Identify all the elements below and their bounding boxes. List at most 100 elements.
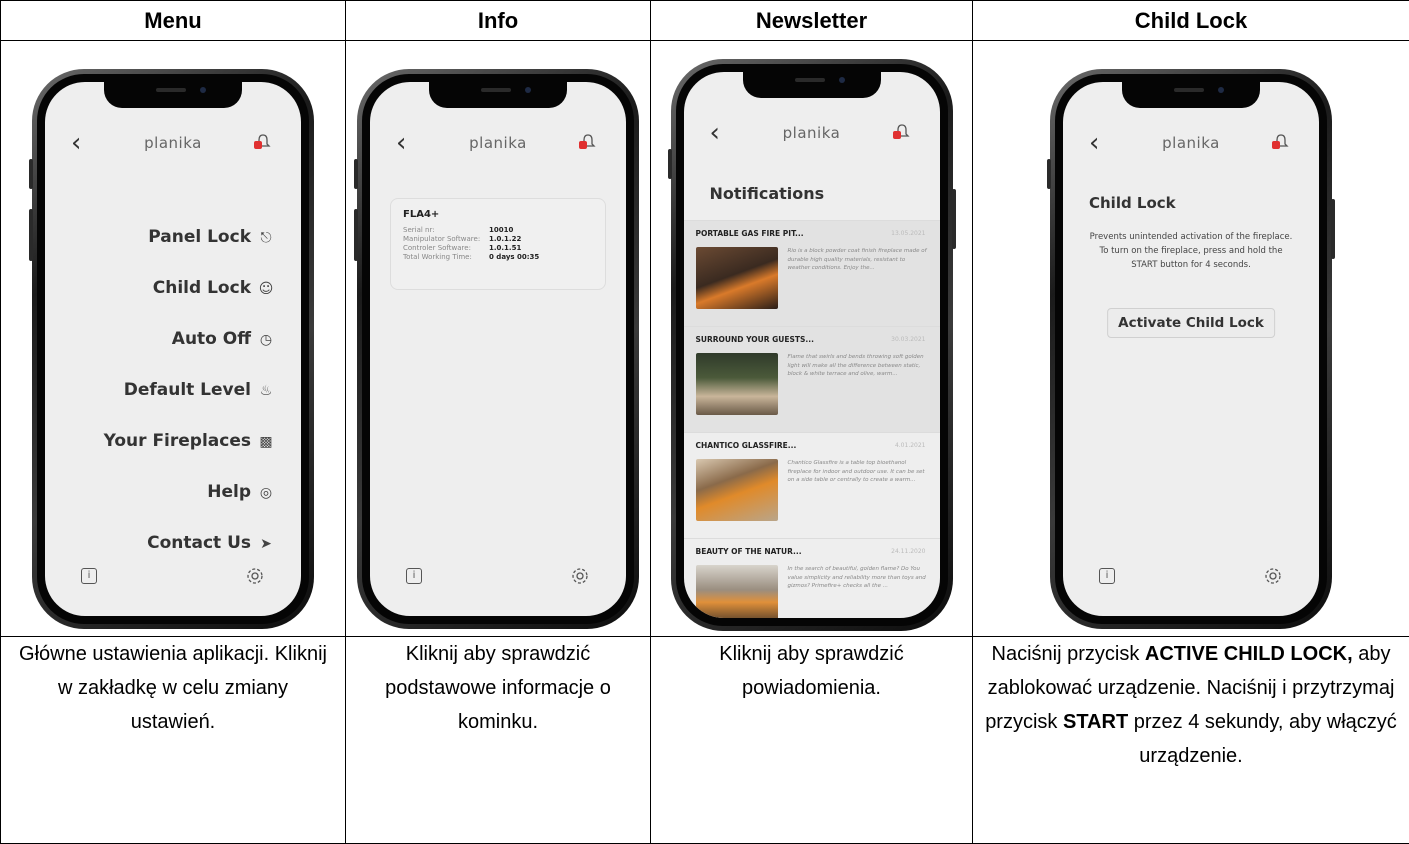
menu-phone: ‹ planika Panel Lock ⎋ Child Lock ☺ Auto O… [32, 69, 314, 629]
menu-item-help[interactable]: Help ◎ [104, 482, 275, 533]
caption-text: Naciśnij przycisk [992, 643, 1145, 665]
info-row: Total Working Time:0 days 00:35 [403, 253, 593, 262]
bottom-bar: i [370, 568, 626, 592]
activate-child-lock-button[interactable]: Activate Child Lock [1107, 308, 1275, 338]
header-row: Menu Info Newsletter Child Lock [1, 1, 1409, 41]
menu-item-auto-off[interactable]: Auto Off ◷ [104, 329, 275, 380]
phones-row: ‹ planika Panel Lock ⎋ Child Lock ☺ Auto O… [1, 41, 1409, 637]
notification-date: 13.05.2021 [891, 230, 925, 237]
newsletter-phone: ‹ planika Notifications PORTABLE GAS FIR… [671, 59, 953, 631]
info-row: Serial nr:10010 [403, 226, 593, 235]
gear-icon[interactable] [570, 566, 590, 586]
notification-image [696, 459, 778, 521]
info-row: Manipulator Software:1.0.1.22 [403, 235, 593, 244]
menu-phone-cell: ‹ planika Panel Lock ⎋ Child Lock ☺ Auto O… [1, 41, 346, 637]
menu-item-label: Panel Lock [148, 227, 251, 247]
child-lock-description: Prevents unintended activation of the fi… [1087, 230, 1295, 272]
info-key: Manipulator Software: [403, 235, 489, 244]
notifications-title: Notifications [710, 184, 825, 203]
device-info-card: FLA4+ Serial nr:10010 Manipulator Softwa… [390, 198, 606, 290]
gear-icon[interactable] [245, 566, 265, 586]
phone-bezel: ‹ planika FLA4+ Serial nr:10010 Manipula… [362, 74, 634, 624]
header-info: Info [346, 1, 651, 41]
side-button [354, 209, 358, 261]
side-button [29, 209, 33, 261]
info-icon[interactable]: i [81, 568, 97, 584]
lifebuoy-icon: ◎ [257, 483, 275, 503]
notification-image [696, 247, 778, 309]
menu-item-child-lock[interactable]: Child Lock ☺ [104, 278, 275, 329]
top-bar: ‹ planika [1063, 130, 1319, 160]
phone-bezel: ‹ planika Child Lock Prevents unintended… [1055, 74, 1327, 624]
info-value: 10010 [489, 226, 513, 234]
menu-item-label: Help [207, 482, 251, 502]
menu-item-panel-lock[interactable]: Panel Lock ⎋ [104, 227, 275, 278]
fireplace-icon: ▩ [257, 432, 275, 452]
menu-item-label: Contact Us [147, 533, 251, 553]
header-child-lock: Child Lock [973, 1, 1409, 41]
bell-icon[interactable] [892, 122, 912, 142]
info-value: 0 days 00:35 [489, 253, 539, 261]
header-newsletter: Newsletter [651, 1, 973, 41]
newsletter-caption: Kliknij aby sprawdzić powiadomienia. [651, 637, 973, 844]
newsletter-phone-cell: ‹ planika Notifications PORTABLE GAS FIR… [651, 41, 973, 637]
menu-list: Panel Lock ⎋ Child Lock ☺ Auto Off ◷ Defaul… [104, 227, 275, 584]
notch [429, 82, 567, 108]
info-icon[interactable]: i [1099, 568, 1115, 584]
menu-caption: Główne ustawienia aplikacji. Kliknij w z… [1, 637, 346, 844]
notification-item[interactable]: BEAUTY OF THE NATUR... 24.11.2020 In the… [684, 538, 940, 618]
menu-item-label: Child Lock [153, 278, 251, 298]
menu-screen: ‹ planika Panel Lock ⎋ Child Lock ☺ Auto O… [45, 82, 301, 616]
bell-icon[interactable] [578, 132, 598, 152]
send-icon: ➤ [257, 534, 275, 554]
phone-bezel: ‹ planika Panel Lock ⎋ Child Lock ☺ Auto O… [37, 74, 309, 624]
menu-item-label: Default Level [124, 380, 251, 400]
child-lock-caption: Naciśnij przycisk ACTIVE CHILD LOCK, aby… [973, 637, 1409, 844]
child-lock-phone-cell: ‹ planika Child Lock Prevents unintended… [973, 41, 1409, 637]
child-icon: ☺ [257, 279, 275, 299]
info-value: 1.0.1.51 [489, 244, 521, 252]
gear-icon[interactable] [1263, 566, 1283, 586]
caption-bold: START [1063, 711, 1128, 733]
caption-bold: ACTIVE CHILD LOCK, [1145, 643, 1353, 665]
bottom-bar: i [45, 568, 301, 592]
lock-icon: ⎋ [257, 228, 275, 248]
notification-text: Flame that swirls and bends throwing sof… [788, 353, 928, 379]
bell-icon[interactable] [1271, 132, 1291, 152]
notification-image [696, 565, 778, 618]
notification-date: 24.11.2020 [891, 548, 925, 555]
notification-title: CHANTICO GLASSFIRE... [696, 441, 928, 450]
flame-icon: ♨ [257, 381, 275, 401]
notification-date: 4.01.2021 [895, 442, 926, 449]
child-lock-screen: ‹ planika Child Lock Prevents unintended… [1063, 82, 1319, 616]
menu-item-label: Auto Off [172, 329, 251, 349]
side-button [29, 159, 33, 189]
info-key: Total Working Time: [403, 253, 489, 262]
notification-item[interactable]: SURROUND YOUR GUESTS... 30.03.2021 Flame… [684, 326, 940, 432]
top-bar: ‹ planika [45, 130, 301, 160]
menu-item-default-level[interactable]: Default Level ♨ [104, 380, 275, 431]
device-name: FLA4+ [403, 209, 593, 220]
caption-text: przez 4 sekundy, aby włączyć urządzenie. [1128, 711, 1397, 767]
newsletter-screen: ‹ planika Notifications PORTABLE GAS FIR… [684, 72, 940, 618]
captions-row: Główne ustawienia aplikacji. Kliknij w z… [1, 637, 1409, 844]
notch [104, 82, 242, 108]
menu-item-your-fireplaces[interactable]: Your Fireplaces ▩ [104, 431, 275, 482]
bell-icon[interactable] [253, 132, 273, 152]
side-button [952, 189, 956, 249]
notch [743, 72, 881, 98]
info-key: Serial nr: [403, 226, 489, 235]
info-phone-cell: ‹ planika FLA4+ Serial nr:10010 Manipula… [346, 41, 651, 637]
menu-item-label: Your Fireplaces [104, 431, 251, 451]
notification-item[interactable]: PORTABLE GAS FIRE PIT... 13.05.2021 Rio … [684, 220, 940, 326]
notification-text: Rio is a block powder coat finish firepl… [788, 247, 928, 273]
info-icon[interactable]: i [406, 568, 422, 584]
notification-date: 30.03.2021 [891, 336, 925, 343]
info-phone: ‹ planika FLA4+ Serial nr:10010 Manipula… [357, 69, 639, 629]
notification-text: Chantico Glassfire is a table top bioeth… [788, 459, 928, 485]
side-button [1047, 159, 1051, 189]
notification-text: In the search of beautiful, golden flame… [788, 565, 928, 591]
notification-item[interactable]: CHANTICO GLASSFIRE... 4.01.2021 Chantico… [684, 432, 940, 538]
side-button [354, 159, 358, 189]
clock-icon: ◷ [257, 330, 275, 350]
